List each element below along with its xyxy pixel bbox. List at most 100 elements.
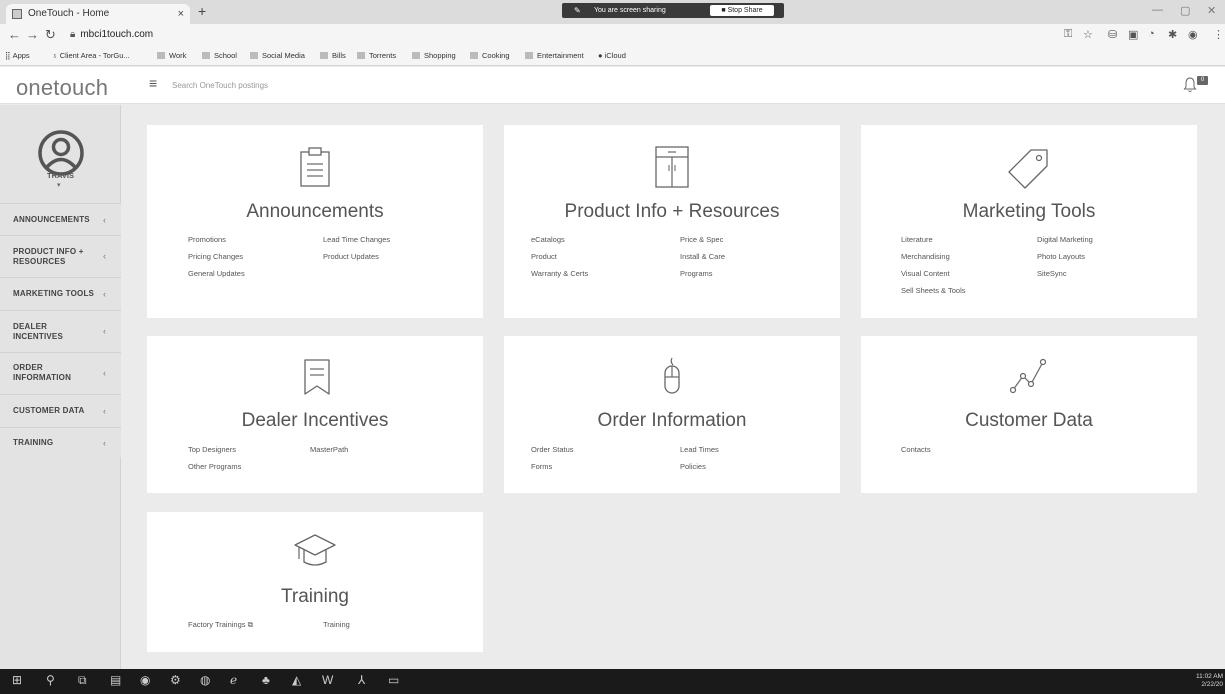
link-product[interactable]: Product bbox=[531, 252, 557, 261]
user-avatar-icon[interactable] bbox=[38, 130, 84, 176]
card-order-information[interactable]: Order Information Order Status Lead Time… bbox=[504, 336, 840, 493]
key-icon[interactable]: ⚿ bbox=[1064, 28, 1072, 41]
link-literature[interactable]: Literature bbox=[901, 235, 933, 244]
link-photo-layouts[interactable]: Photo Layouts bbox=[1037, 252, 1085, 261]
reload-icon[interactable]: ↻ bbox=[45, 27, 56, 43]
apps-grid-icon: ⣿ bbox=[5, 51, 13, 60]
link-lead-times[interactable]: Lead Times bbox=[680, 445, 719, 454]
sidebar-item-marketing-tools[interactable]: MARKETING TOOLS ‹ bbox=[0, 277, 121, 310]
card-product-info[interactable]: Product Info + Resources eCatalogs Price… bbox=[504, 125, 840, 318]
sidebar-item-dealer-incentives[interactable]: DEALER INCENTIVES ‹ bbox=[0, 310, 121, 352]
back-icon[interactable]: ← bbox=[8, 27, 21, 42]
card-training[interactable]: Training Factory Trainings ⧉ Training bbox=[147, 512, 483, 652]
minimize-icon[interactable]: — bbox=[1152, 4, 1163, 16]
link-merchandising[interactable]: Merchandising bbox=[901, 252, 950, 261]
app-icon[interactable]: ♣ bbox=[262, 673, 270, 687]
edge-icon[interactable]: ℯ bbox=[230, 673, 237, 687]
link-masterpath[interactable]: MasterPath bbox=[310, 445, 348, 454]
folder-icon bbox=[357, 52, 365, 59]
url-field[interactable]: 🔒︎ mbci1touch.com bbox=[70, 27, 153, 43]
file-explorer-icon[interactable]: ▤ bbox=[110, 673, 121, 687]
sidebar-item-product-info[interactable]: PRODUCT INFO + RESOURCES ‹ bbox=[0, 235, 121, 277]
star-icon[interactable]: ☆ bbox=[1083, 28, 1093, 41]
bookmark-entertainment[interactable]: Entertainment bbox=[525, 51, 584, 60]
link-factory-trainings[interactable]: Factory Trainings ⧉ bbox=[188, 620, 253, 630]
menu-dots-icon[interactable]: ⋮ bbox=[1213, 28, 1224, 41]
new-tab-button[interactable]: + bbox=[198, 3, 206, 19]
bookmark-cooking[interactable]: Cooking bbox=[470, 51, 510, 60]
bookmark-client-area[interactable]: ♁ Client Area - TorGu... bbox=[52, 51, 130, 60]
link-promotions[interactable]: Promotions bbox=[188, 235, 226, 244]
external-link-icon: ⧉ bbox=[247, 620, 253, 629]
link-ecatalogs[interactable]: eCatalogs bbox=[531, 235, 565, 244]
graduation-cap-icon bbox=[294, 534, 336, 566]
bookmark-work[interactable]: Work bbox=[157, 51, 186, 60]
sidebar-item-training[interactable]: TRAINING ‹ bbox=[0, 427, 121, 457]
link-programs[interactable]: Programs bbox=[680, 269, 713, 278]
link-top-designers[interactable]: Top Designers bbox=[188, 445, 236, 454]
card-announcements[interactable]: Announcements Promotions Lead Time Chang… bbox=[147, 125, 483, 318]
clipboard-icon bbox=[300, 147, 330, 187]
card-dealer-incentives[interactable]: Dealer Incentives Top Designers MasterPa… bbox=[147, 336, 483, 493]
link-order-status[interactable]: Order Status bbox=[531, 445, 574, 454]
link-warranty-certs[interactable]: Warranty & Certs bbox=[531, 269, 588, 278]
bookmark-shopping[interactable]: Shopping bbox=[412, 51, 456, 60]
link-training[interactable]: Training bbox=[323, 620, 350, 629]
windows-start-icon[interactable]: ⊞ bbox=[12, 673, 22, 687]
puzzle-icon[interactable]: ✱ bbox=[1168, 28, 1177, 41]
card-customer-data[interactable]: Customer Data Contacts bbox=[861, 336, 1197, 493]
browser-tab[interactable]: OneTouch - Home × bbox=[6, 4, 190, 24]
cabinet-icon bbox=[655, 146, 689, 188]
system-clock[interactable]: 11:02 AM 2/22/20 bbox=[1196, 673, 1223, 689]
app-icon[interactable]: ⚙ bbox=[170, 673, 181, 687]
chrome-icon[interactable]: ◉ bbox=[140, 673, 150, 687]
folder-icon bbox=[525, 52, 533, 59]
extension-icon[interactable]: ⛁ bbox=[1108, 28, 1117, 41]
link-visual-content[interactable]: Visual Content bbox=[901, 269, 950, 278]
link-forms[interactable]: Forms bbox=[531, 462, 552, 471]
search-icon[interactable]: ⚲ bbox=[46, 673, 55, 687]
card-marketing-tools[interactable]: Marketing Tools Literature Digital Marke… bbox=[861, 125, 1197, 318]
app-icon[interactable]: ▭ bbox=[388, 673, 399, 687]
acrobat-icon[interactable]: ⅄ bbox=[358, 673, 365, 687]
link-price-spec[interactable]: Price & Spec bbox=[680, 235, 723, 244]
tag-icon bbox=[1008, 149, 1048, 189]
link-other-programs[interactable]: Other Programs bbox=[188, 462, 241, 471]
link-general-updates[interactable]: General Updates bbox=[188, 269, 245, 278]
forward-icon[interactable]: → bbox=[26, 27, 39, 42]
link-policies[interactable]: Policies bbox=[680, 462, 706, 471]
hamburger-menu-icon[interactable]: ≡ bbox=[149, 75, 157, 91]
profile-icon[interactable]: ◉ bbox=[1188, 28, 1198, 41]
bookmark-apps[interactable]: ⣿ Apps bbox=[5, 51, 30, 60]
bookmark-bills[interactable]: Bills bbox=[320, 51, 346, 60]
bookmark-torrents[interactable]: Torrents bbox=[357, 51, 396, 60]
tab-close-icon[interactable]: × bbox=[178, 4, 184, 24]
bookmark-school[interactable]: School bbox=[202, 51, 237, 60]
chevron-down-icon[interactable]: ▾ bbox=[57, 181, 61, 189]
stop-share-button[interactable]: ■ Stop Share bbox=[710, 5, 774, 16]
task-view-icon[interactable]: ⧉ bbox=[78, 673, 87, 688]
app-icon[interactable]: ◍ bbox=[200, 673, 210, 687]
link-contacts[interactable]: Contacts bbox=[901, 445, 931, 454]
sidebar-item-order-information[interactable]: ORDER INFORMATION ‹ bbox=[0, 352, 121, 394]
link-pricing-changes[interactable]: Pricing Changes bbox=[188, 252, 243, 261]
bookmark-social-media[interactable]: Social Media bbox=[250, 51, 305, 60]
maximize-icon[interactable]: ▢ bbox=[1180, 4, 1190, 17]
link-sitesync[interactable]: SiteSync bbox=[1037, 269, 1067, 278]
word-icon[interactable]: W bbox=[322, 673, 333, 687]
sidebar-item-announcements[interactable]: ANNOUNCEMENTS ‹ bbox=[0, 203, 121, 235]
onetouch-logo[interactable]: onetouch bbox=[16, 75, 108, 101]
extension-icon[interactable]: ◔ bbox=[1148, 28, 1155, 40]
close-window-icon[interactable]: ✕ bbox=[1207, 4, 1216, 17]
extension-icon[interactable]: ▣ bbox=[1128, 28, 1138, 41]
sidebar-item-customer-data[interactable]: CUSTOMER DATA ‹ bbox=[0, 394, 121, 427]
notification-button[interactable]: 0 bbox=[1183, 76, 1213, 97]
link-sell-sheets-tools[interactable]: Sell Sheets & Tools bbox=[901, 286, 965, 295]
search-input[interactable] bbox=[166, 74, 866, 96]
app-icon[interactable]: ◭ bbox=[292, 673, 301, 687]
link-install-care[interactable]: Install & Care bbox=[680, 252, 725, 261]
link-product-updates[interactable]: Product Updates bbox=[323, 252, 379, 261]
bookmark-icloud[interactable]: ● iCloud bbox=[598, 51, 626, 60]
link-lead-time-changes[interactable]: Lead Time Changes bbox=[323, 235, 390, 244]
link-digital-marketing[interactable]: Digital Marketing bbox=[1037, 235, 1093, 244]
